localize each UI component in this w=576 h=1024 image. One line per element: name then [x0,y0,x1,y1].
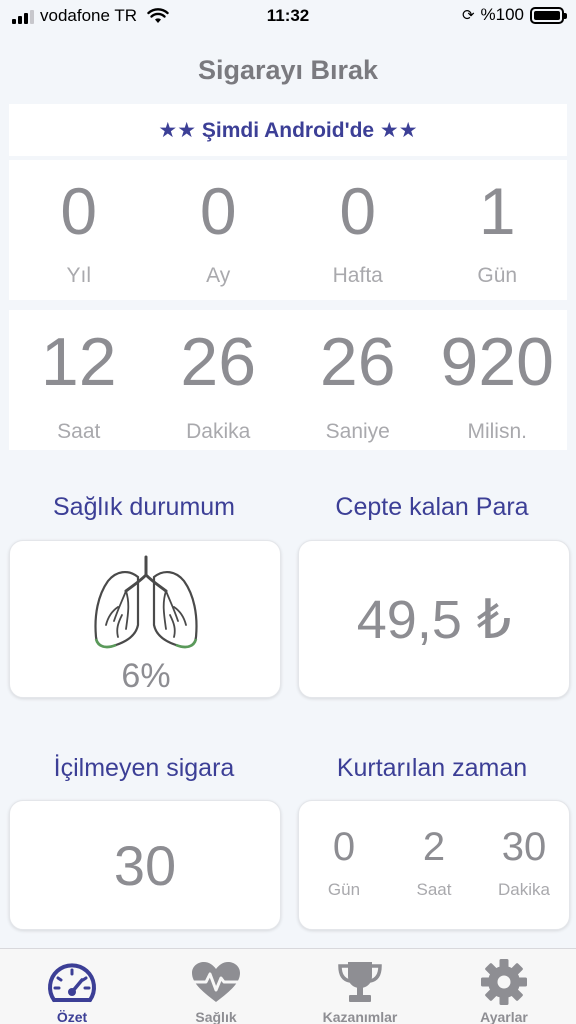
tab-summary-label: Özet [56,1009,88,1024]
trophy-icon [338,962,382,1002]
promo-banner[interactable]: ★★ Şimdi Android'de ★★ [9,104,567,156]
money-value: 49,5 ₺ [356,589,512,650]
days-value: 1 [478,174,516,248]
health-title: Sağlık durumum [52,493,236,521]
tab-health[interactable]: Sağlık [144,949,288,1024]
heartbeat-icon [192,962,240,1002]
elapsed-date-counter: 0 Yıl 0 Ay 0 Hafta 1 Gün [9,160,567,300]
cigarettes-value: 30 [113,833,177,897]
battery-icon [530,6,567,24]
health-percent: 6% [121,657,171,695]
tab-achievements-label: Kazanımlar [322,1009,398,1024]
years-label: Yıl [66,264,91,287]
tab-bar: Özet Sağlık Kazanımlar Ayarlar [0,948,576,1024]
minutes-value: 26 [180,324,257,400]
tab-summary[interactable]: Özet [0,949,144,1024]
hours-value: 12 [40,324,117,400]
minutes-label: Dakika [186,420,251,443]
weeks-counter: 0 Hafta [288,160,428,300]
saved-minutes: 30 Dakika [479,801,569,929]
tab-settings-label: Ayarlar [480,1009,528,1024]
years-value: 0 [60,174,98,248]
money-card[interactable]: 49,5 ₺ [298,540,570,698]
lungs-icon [94,555,198,649]
money-title: Cepte kalan Para [335,493,529,521]
status-bar: vodafone TR 11:32 ⟳ %100 [0,0,576,34]
months-value: 0 [199,174,237,248]
saved-hours-value: 2 [422,825,446,869]
hours-counter: 12 Saat [9,310,149,450]
rotation-lock-icon: ⟳ [461,7,475,24]
saved-days: 0 Gün [299,801,389,929]
days-counter: 1 Gün [428,160,568,300]
saved-days-value: 0 [332,825,356,869]
saved-days-label: Gün [327,880,361,899]
millis-label: Milisn. [467,420,527,443]
cigarettes-card[interactable]: 30 [9,800,281,930]
weeks-label: Hafta [332,264,383,287]
millis-counter: 920 Milisn. [428,310,568,450]
health-card[interactable]: 6% [9,540,281,698]
saved-hours-label: Saat [416,880,452,899]
seconds-counter: 26 Saniye [288,310,428,450]
days-label: Gün [477,264,518,287]
minutes-counter: 26 Dakika [149,310,289,450]
hours-label: Saat [57,420,101,443]
saved-minutes-value: 30 [501,825,547,869]
saved-minutes-label: Dakika [498,880,550,899]
millis-value: 920 [440,324,554,400]
saved-time-card[interactable]: 0 Gün 2 Saat 30 Dakika [298,800,570,930]
page-title: Sigarayı Bırak [197,55,379,85]
weeks-value: 0 [339,174,377,248]
saved-hours: 2 Saat [389,801,479,929]
gear-icon [481,959,527,1005]
saved-time-title: Kurtarılan zaman [336,754,528,782]
tab-achievements[interactable]: Kazanımlar [288,949,432,1024]
months-counter: 0 Ay [149,160,289,300]
elapsed-time-counter: 12 Saat 26 Dakika 26 Saniye 920 Milisn. [9,310,567,450]
tab-health-label: Sağlık [195,1009,237,1024]
seconds-value: 26 [319,324,396,400]
months-label: Ay [206,264,231,287]
years-counter: 0 Yıl [9,160,149,300]
speedometer-icon [48,963,96,1002]
cigarettes-title: İçilmeyen sigara [53,754,235,782]
tab-settings[interactable]: Ayarlar [432,949,576,1024]
battery-percent: %100 [480,5,524,24]
seconds-label: Saniye [325,420,390,443]
